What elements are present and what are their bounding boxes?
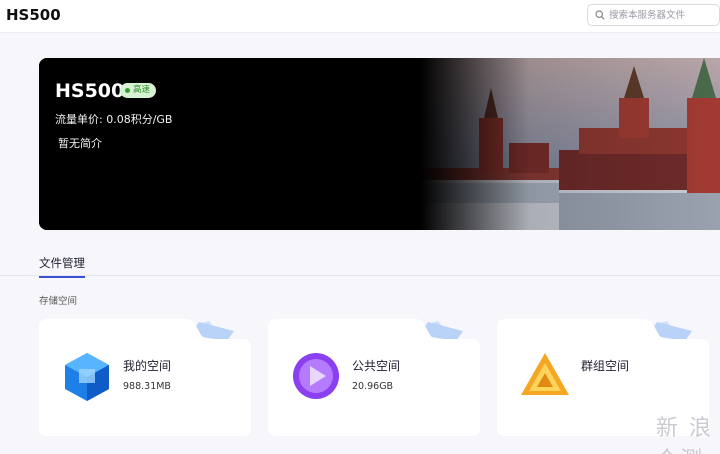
storage-card-size: 20.96GB — [352, 381, 394, 392]
server-intro: 暂无简介 — [58, 137, 102, 150]
storage-card-my-space[interactable]: 我的空间 988.31MB — [39, 319, 251, 436]
storage-card-name: 群组空间 — [581, 359, 630, 373]
purple-sphere-icon — [293, 353, 339, 399]
tab-bar: 文件管理 — [0, 250, 720, 278]
storage-card-name: 公共空间 — [352, 359, 401, 373]
storage-card-name: 我的空间 — [123, 359, 172, 373]
speed-status-badge: 高速 — [120, 83, 157, 98]
top-bar: HS500 — [0, 0, 720, 33]
tab-file-management[interactable]: 文件管理 — [39, 255, 85, 278]
blue-cube-icon — [65, 353, 109, 401]
storage-section-label: 存储空间 — [39, 296, 78, 307]
search-icon — [595, 10, 605, 20]
traffic-price: 流量单价: 0.08积分/GB — [55, 113, 173, 126]
orange-triangle-icon — [521, 353, 569, 395]
storage-card-size: 988.31MB — [123, 381, 171, 392]
server-title: HS500 — [6, 6, 61, 24]
search-box[interactable] — [587, 4, 720, 26]
search-input[interactable] — [609, 7, 717, 23]
watermark-text: 新 浪 众测 — [656, 416, 713, 454]
banner-server-name: HS500 — [55, 80, 125, 102]
watermark: 新 浪 众测 — [630, 406, 716, 454]
server-banner: HS500 高速 流量单价: 0.08积分/GB 暂无简介 — [39, 58, 720, 230]
storage-card-public-space[interactable]: 公共空间 20.96GB — [268, 319, 480, 436]
